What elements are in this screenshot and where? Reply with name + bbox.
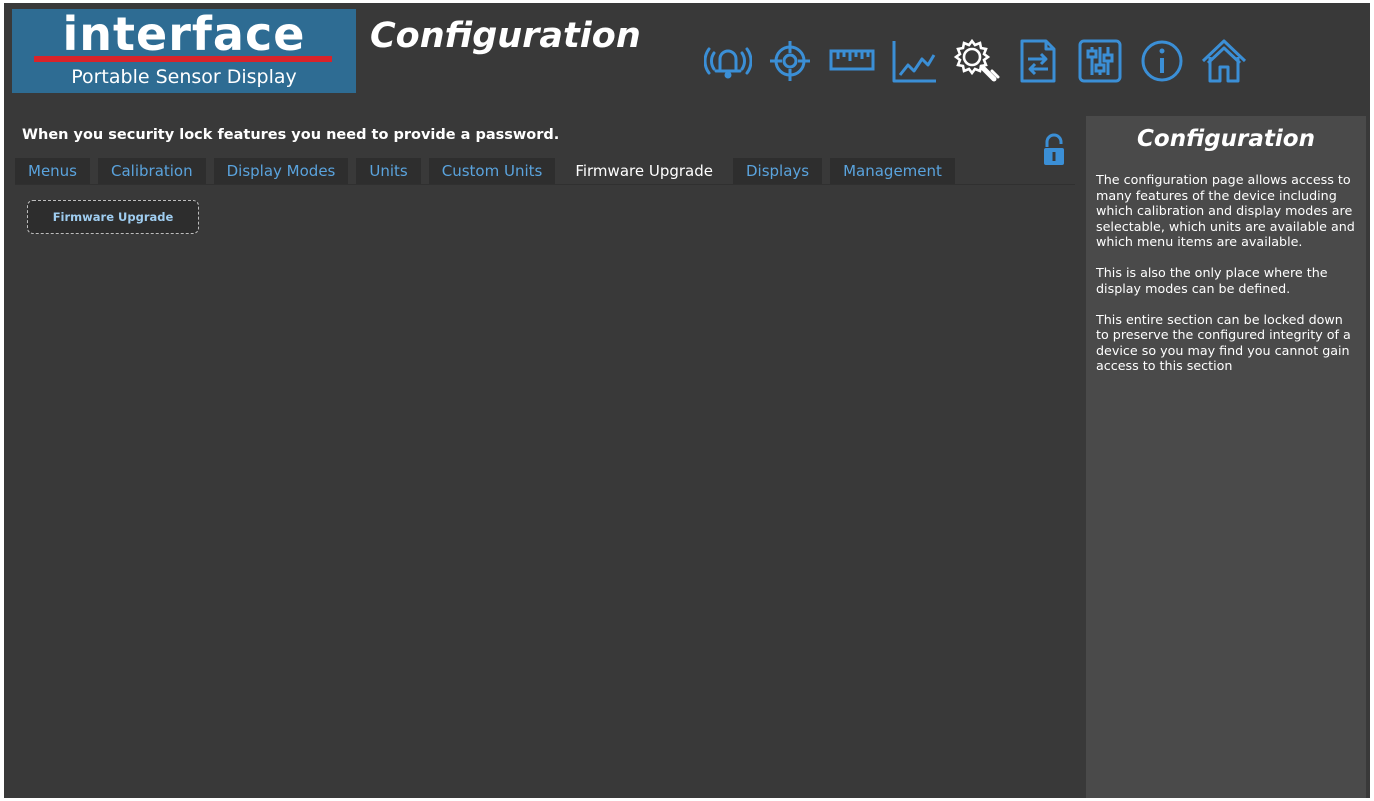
- lock-toggle[interactable]: [1042, 133, 1066, 167]
- help-paragraph: This is also the only place where the di…: [1096, 265, 1328, 296]
- app-window: interface Portable Sensor Display Config…: [4, 3, 1370, 798]
- target-button[interactable]: [764, 35, 816, 87]
- alarm-icon: [704, 47, 752, 79]
- unlock-icon: [1044, 133, 1064, 165]
- tab-divider: [15, 184, 1075, 185]
- brand-logo-subtitle: Portable Sensor Display: [71, 66, 297, 88]
- config-tabs: Menus Calibration Display Modes Units Cu…: [15, 158, 963, 184]
- file-transfer-icon: [1020, 39, 1056, 83]
- alarm-button[interactable]: [702, 35, 754, 87]
- chart-icon: [892, 41, 936, 83]
- ruler-button[interactable]: [826, 35, 878, 87]
- tab-display-modes[interactable]: Display Modes: [213, 158, 349, 184]
- lock-instruction: When you security lock features you need…: [22, 127, 560, 143]
- chart-button[interactable]: [888, 35, 940, 87]
- help-body: The configuration page allows access to …: [1096, 172, 1358, 389]
- tab-units[interactable]: Units: [356, 158, 421, 184]
- info-button[interactable]: [1136, 35, 1188, 87]
- tab-firmware-upgrade[interactable]: Firmware Upgrade: [563, 158, 725, 184]
- main-toolbar: [702, 35, 1260, 87]
- sliders-icon: [1078, 39, 1122, 83]
- home-button[interactable]: [1198, 35, 1250, 87]
- tab-management[interactable]: Management: [830, 158, 955, 184]
- home-icon: [1201, 39, 1247, 83]
- sliders-button[interactable]: [1074, 35, 1126, 87]
- info-icon: [1141, 40, 1183, 82]
- help-title: Configuration: [1137, 126, 1315, 152]
- configuration-button[interactable]: [950, 35, 1002, 87]
- ruler-icon: [829, 49, 875, 71]
- help-paragraph: The configuration page allows access to …: [1096, 172, 1355, 249]
- tab-custom-units[interactable]: Custom Units: [428, 158, 556, 184]
- tab-menus[interactable]: Menus: [15, 158, 90, 184]
- brand-logo-stripe: [34, 56, 332, 62]
- settings-wrench-icon: [953, 38, 1000, 82]
- file-transfer-button[interactable]: [1012, 35, 1064, 87]
- tab-displays[interactable]: Displays: [732, 158, 823, 184]
- firmware-upgrade-button[interactable]: Firmware Upgrade: [27, 200, 199, 234]
- help-panel: Configuration The configuration page all…: [1086, 116, 1366, 798]
- target-icon: [770, 41, 810, 81]
- help-paragraph: This entire section can be locked down t…: [1096, 311, 1351, 374]
- tab-calibration[interactable]: Calibration: [98, 158, 206, 184]
- page-title: Configuration: [370, 16, 641, 56]
- brand-logo-wordmark: interface: [62, 7, 306, 61]
- brand-logo[interactable]: interface Portable Sensor Display: [12, 9, 356, 93]
